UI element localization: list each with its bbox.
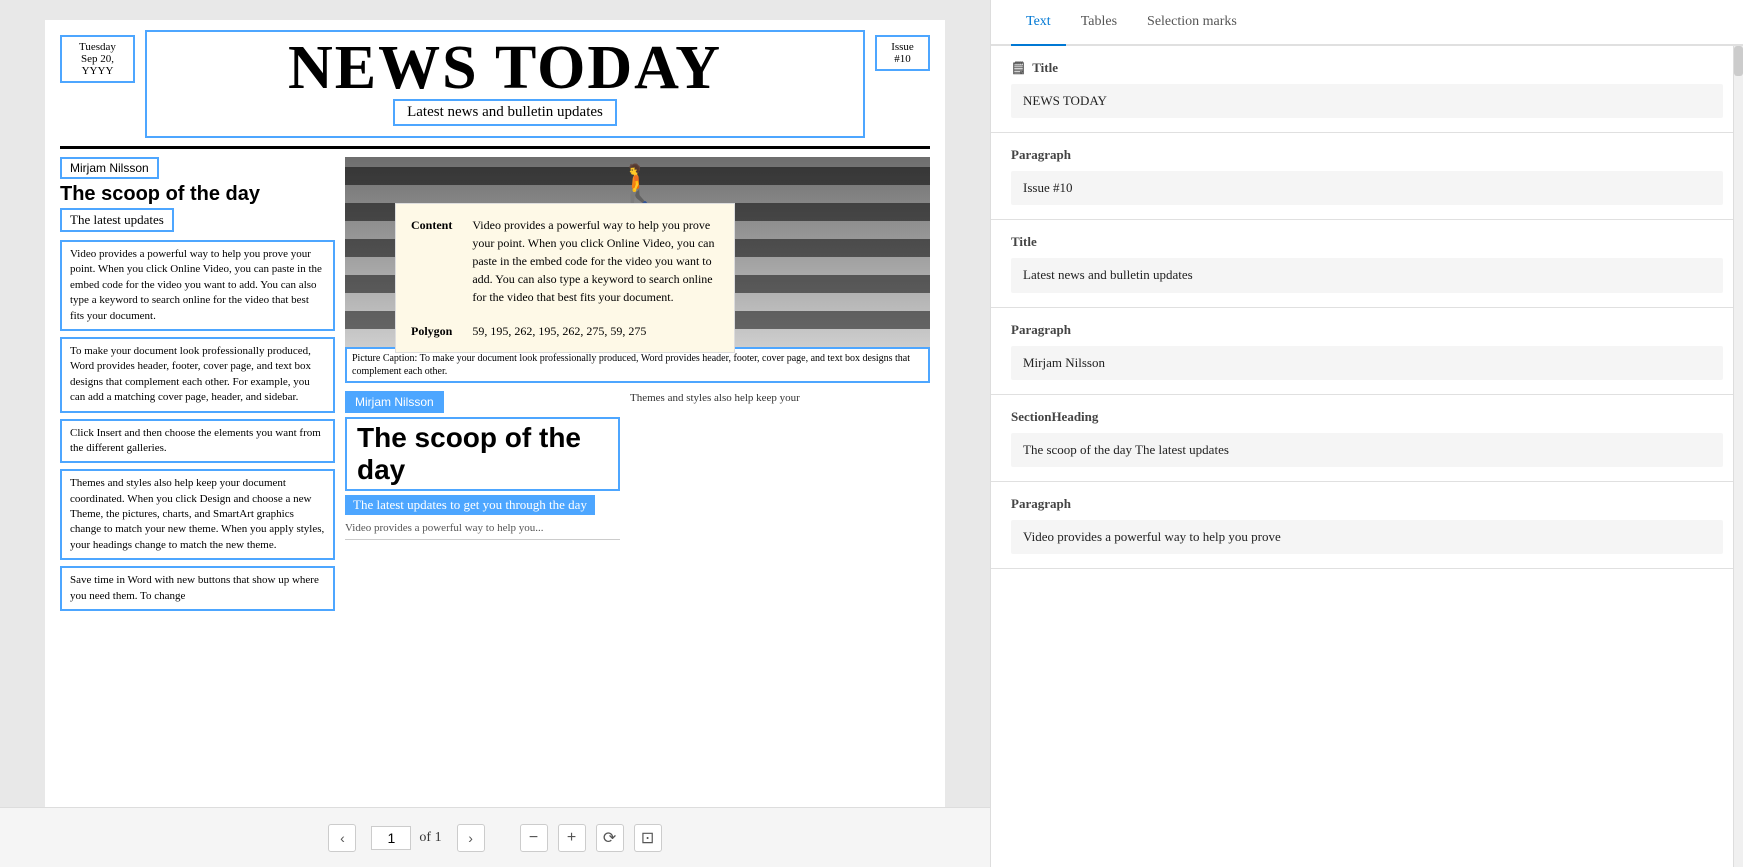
right-panel-tabs: Text Tables Selection marks: [991, 0, 1743, 46]
lower-right: Themes and styles also help keep your: [630, 391, 930, 540]
newspaper-page: Tuesday Sep 20, YYYY NEWS TODAY Latest n…: [45, 20, 945, 807]
right-panel: Text Tables Selection marks 🗒 Title NEWS…: [990, 0, 1743, 867]
detail-value-para1: Issue #10: [1011, 171, 1723, 205]
detail-label-para3: Paragraph: [1011, 496, 1723, 512]
title-icon: 🗒: [1011, 61, 1026, 76]
right-panel-content: 🗒 Title NEWS TODAY Paragraph Issue #10 T…: [991, 46, 1743, 569]
text-block-5: Save time in Word with new buttons that …: [60, 566, 335, 611]
detail-value-sectionheading: The scoop of the day The latest updates: [1011, 433, 1723, 467]
tooltip-content-text: Video provides a powerful way to help yo…: [472, 216, 719, 306]
detail-label-sectionheading: SectionHeading: [1011, 409, 1723, 425]
zoom-controls: − + ⟳ ⊡: [520, 824, 662, 852]
lower-right-text: Themes and styles also help keep your: [630, 391, 930, 406]
scrollbar-track[interactable]: [1733, 46, 1743, 867]
detail-label-para2: Paragraph: [1011, 322, 1723, 338]
lower-partial-text: Video provides a powerful way to help yo…: [345, 521, 620, 540]
content-tooltip: Content Video provides a powerful way to…: [395, 203, 735, 353]
detail-section-para1: Paragraph Issue #10: [991, 133, 1743, 220]
tab-text[interactable]: Text: [1011, 0, 1066, 46]
detail-value-title2: Latest news and bulletin updates: [1011, 258, 1723, 292]
content-area: Mirjam Nilsson The scoop of the day The …: [60, 157, 930, 617]
prev-page-button[interactable]: ‹: [328, 824, 356, 852]
detail-label-para1: Paragraph: [1011, 147, 1723, 163]
issue-box: Issue #10: [875, 35, 930, 71]
zoom-in-button[interactable]: +: [558, 824, 586, 852]
newspaper-header: Tuesday Sep 20, YYYY NEWS TODAY Latest n…: [60, 30, 930, 149]
newspaper-title: NEWS TODAY: [147, 32, 863, 99]
person-figure: 🚶: [613, 162, 663, 209]
text-block-3: Click Insert and then choose the element…: [60, 419, 335, 464]
image-container: 🚶 Content Video provides a powerful way …: [345, 157, 930, 383]
section-subheading-2: The latest updates to get you through th…: [345, 495, 595, 515]
left-column: Mirjam Nilsson The scoop of the day The …: [60, 157, 335, 617]
document-content: Tuesday Sep 20, YYYY NEWS TODAY Latest n…: [0, 0, 990, 807]
next-page-button[interactable]: ›: [457, 824, 485, 852]
detail-value-title1: NEWS TODAY: [1011, 84, 1723, 118]
lower-left: Mirjam Nilsson The scoop of the day The …: [345, 391, 620, 540]
rotate-button[interactable]: ⟳: [596, 824, 624, 852]
detail-label-title1: 🗒 Title: [1011, 60, 1723, 76]
text-block-4: Themes and styles also help keep your do…: [60, 469, 335, 560]
scrollbar-thumb[interactable]: [1734, 46, 1743, 76]
text-block-2: To make your document look professionall…: [60, 337, 335, 413]
author-name-1: Mirjam Nilsson: [60, 157, 159, 179]
author-name-2: Mirjam Nilsson: [345, 391, 444, 413]
tab-tables[interactable]: Tables: [1066, 0, 1132, 46]
tooltip-polygon-label: Polygon: [411, 322, 452, 340]
tooltip-content-label: Content: [411, 216, 452, 309]
detail-value-para3: Video provides a powerful way to help yo…: [1011, 520, 1723, 554]
detail-section-para2: Paragraph Mirjam Nilsson: [991, 308, 1743, 395]
tooltip-polygon-value: 59, 195, 262, 195, 262, 275, 59, 275: [472, 322, 646, 340]
tab-selection-marks[interactable]: Selection marks: [1132, 0, 1252, 46]
page-info: of 1: [371, 826, 441, 850]
detail-section-title2: Title Latest news and bulletin updates: [991, 220, 1743, 307]
section-heading-1: The scoop of the day: [60, 183, 335, 206]
document-toolbar: ‹ of 1 › − + ⟳ ⊡: [0, 807, 990, 867]
detail-section-title1: 🗒 Title NEWS TODAY: [991, 46, 1743, 133]
text-block-1: Video provides a powerful way to help yo…: [60, 240, 335, 331]
section-subheading-1: The latest updates: [60, 208, 174, 232]
document-viewer: Tuesday Sep 20, YYYY NEWS TODAY Latest n…: [0, 0, 990, 867]
lower-section: Mirjam Nilsson The scoop of the day The …: [345, 391, 930, 540]
right-column: 🚶 Content Video provides a powerful way …: [345, 157, 930, 617]
masthead: NEWS TODAY Latest news and bulletin upda…: [145, 30, 865, 138]
detail-value-para2: Mirjam Nilsson: [1011, 346, 1723, 380]
tagline: Latest news and bulletin updates: [393, 99, 617, 126]
fit-button[interactable]: ⊡: [634, 824, 662, 852]
page-number-input[interactable]: [371, 826, 411, 850]
detail-label-title2: Title: [1011, 234, 1723, 250]
detail-section-sectionheading: SectionHeading The scoop of the day The …: [991, 395, 1743, 482]
page-of-label: of 1: [419, 830, 441, 846]
detail-section-para3: Paragraph Video provides a powerful way …: [991, 482, 1743, 569]
section-heading-2: The scoop of the day: [345, 417, 620, 491]
date-box: Tuesday Sep 20, YYYY: [60, 35, 135, 83]
zoom-out-button[interactable]: −: [520, 824, 548, 852]
